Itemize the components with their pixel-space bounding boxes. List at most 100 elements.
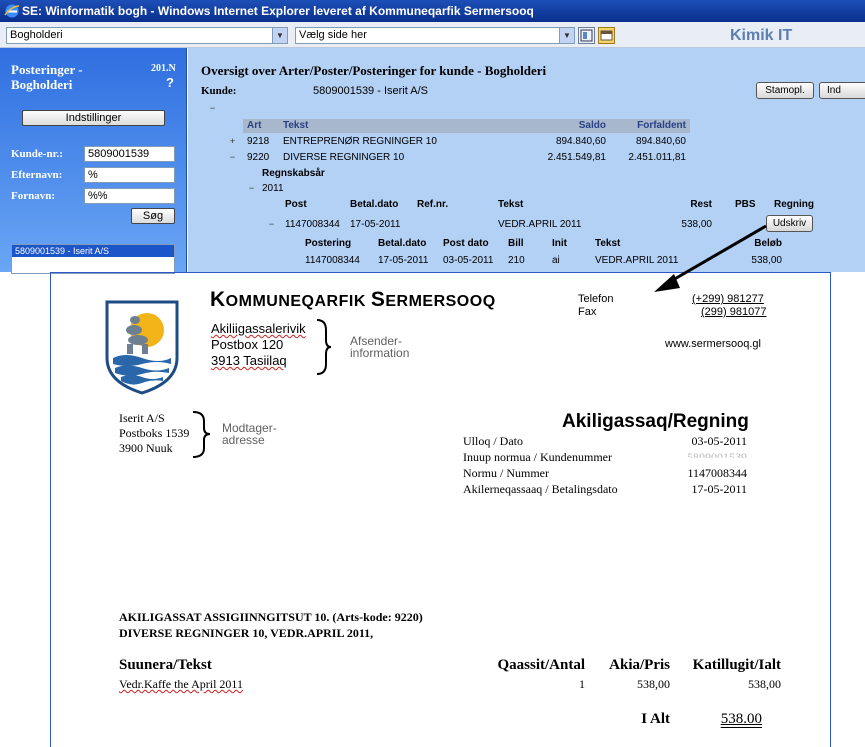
customer-no-input[interactable]: 5809001539 bbox=[84, 146, 175, 162]
col-init: Init bbox=[552, 238, 567, 249]
col-saldo: Saldo bbox=[578, 120, 606, 131]
info-values: 03-05-2011 5809001539 1147008344 17-05-2… bbox=[640, 433, 747, 497]
line-tekst-value: Vedr.Kaffe the April 2011 bbox=[119, 677, 243, 691]
expand-icon[interactable]: + bbox=[228, 137, 237, 146]
window-icon[interactable] bbox=[598, 27, 615, 44]
sender-address: Akiliigassalerivik Postbox 120 3913 Tasi… bbox=[211, 321, 306, 369]
company-name-part1: OMMUNEQARFIK bbox=[225, 293, 371, 310]
page-select[interactable]: Vælg side her ▼ bbox=[295, 27, 575, 44]
sidebar-title-line1: Posteringer - bbox=[11, 62, 83, 77]
col-rest: Rest bbox=[690, 199, 712, 210]
subject: AKILIGASSAT ASSIGIINNGITSUT 10. (Arts-ko… bbox=[119, 609, 423, 641]
collapse-icon[interactable]: − bbox=[208, 104, 217, 113]
subject-line: AKILIGASSAT ASSIGIINNGITSUT 10. (Arts-ko… bbox=[119, 610, 423, 624]
sender-note: Afsender- information bbox=[350, 335, 409, 359]
sender-line: Akiliigassalerivik bbox=[211, 321, 306, 336]
info-value: 5809001539 bbox=[687, 450, 747, 464]
col-betal: Betal.dato bbox=[350, 199, 399, 210]
document-border-right bbox=[830, 272, 831, 747]
recipient-line: Postboks 1539 bbox=[119, 426, 190, 440]
line-tekst: Vedr.Kaffe the April 2011 bbox=[119, 677, 243, 692]
info-value: 1147008344 bbox=[687, 466, 747, 480]
company-name-cap2: S bbox=[370, 288, 386, 311]
table-cell: 2.451.011,81 bbox=[628, 152, 686, 163]
customer-value: 5809001539 - Iserit A/S bbox=[313, 85, 428, 97]
company-name-cap1: K bbox=[210, 288, 226, 311]
info-value: 03-05-2011 bbox=[691, 434, 747, 448]
municipality-logo bbox=[105, 300, 179, 395]
col-antal-header: Qaassit/Antal bbox=[497, 657, 585, 673]
window-title: SE: Winformatik bogh - Windows Internet … bbox=[22, 4, 534, 18]
phone-label: Telefon bbox=[578, 293, 614, 305]
col-post: Post bbox=[285, 199, 307, 210]
year-label: Regnskabsår bbox=[262, 168, 325, 179]
table-cell: 17-05-2011 bbox=[378, 255, 429, 266]
table-cell: VEDR.APRIL 2011 bbox=[498, 219, 582, 230]
col-bill: Bill bbox=[508, 238, 524, 249]
page-select-value: Vælg side her bbox=[299, 29, 367, 41]
table-cell: 210 bbox=[508, 255, 525, 266]
collapse-icon[interactable]: − bbox=[247, 184, 256, 193]
brand-label: Kimik IT bbox=[730, 27, 793, 44]
col-postering: Postering bbox=[305, 238, 352, 249]
phone-value: (+299) 981277 bbox=[692, 293, 764, 305]
brace-icon bbox=[192, 411, 211, 458]
table-cell: 894.840,60 bbox=[555, 136, 606, 147]
firstname-input[interactable]: %% bbox=[84, 188, 175, 204]
module-select[interactable]: Bogholderi ▼ bbox=[6, 27, 288, 44]
year-value: 2011 bbox=[262, 183, 284, 194]
info-value: 17-05-2011 bbox=[691, 482, 747, 496]
list-item[interactable]: 5809001539 - Iserit A/S bbox=[12, 245, 174, 257]
col-postdato: Post dato bbox=[443, 238, 489, 249]
collapse-icon[interactable]: − bbox=[228, 153, 237, 162]
total-label: I Alt bbox=[641, 711, 670, 727]
collapse-icon[interactable]: − bbox=[267, 220, 276, 229]
internet-explorer-icon bbox=[4, 4, 20, 18]
sender-line: Postbox 120 bbox=[211, 337, 284, 352]
lastname-label: Efternavn: bbox=[11, 169, 63, 181]
customer-label: Kunde: bbox=[201, 85, 237, 97]
customer-no-label: Kunde-nr.: bbox=[11, 148, 63, 160]
info-label: Inuup normua / Kundenummer bbox=[463, 450, 612, 464]
table-cell: 9218 bbox=[247, 136, 270, 147]
layout-icon[interactable] bbox=[578, 27, 595, 44]
chevron-down-icon: ▼ bbox=[272, 28, 287, 43]
settings-button[interactable]: Indstillinger bbox=[22, 110, 165, 126]
version-label: 201.N bbox=[151, 63, 176, 74]
col-pris-header: Akia/Pris bbox=[609, 657, 670, 673]
module-select-value: Bogholderi bbox=[10, 29, 63, 41]
brace-icon bbox=[316, 319, 332, 375]
chevron-down-icon: ▼ bbox=[559, 28, 574, 43]
results-list[interactable]: 5809001539 - Iserit A/S bbox=[11, 244, 175, 274]
recipient-line: 3900 Nuuk bbox=[119, 441, 173, 455]
window-titlebar: SE: Winformatik bogh - Windows Internet … bbox=[0, 0, 865, 22]
company-name-part2: ERMERSOOQ bbox=[385, 293, 496, 310]
search-button[interactable]: Søg bbox=[131, 208, 175, 224]
sender-line: 3913 Tasiilaq bbox=[211, 353, 287, 368]
table-cell: 03-05-2011 bbox=[443, 255, 494, 266]
firstname-label: Fornavn: bbox=[11, 190, 55, 202]
info-label: Akilerneqassaaq / Betalingsdato bbox=[463, 482, 618, 496]
line-antal: 1 bbox=[579, 677, 585, 691]
recipient-address: Iserit A/S Postboks 1539 3900 Nuuk bbox=[119, 411, 189, 456]
col-regning: Regning bbox=[774, 199, 814, 210]
line-ialt: 538,00 bbox=[748, 677, 781, 691]
col-ref: Ref.nr. bbox=[417, 199, 449, 210]
recipient-line: Iserit A/S bbox=[119, 411, 165, 425]
sidebar-title: Posteringer - Bogholderi bbox=[11, 62, 121, 92]
subject-line: DIVERSE REGNINGER 10, VEDR.APRIL 2011, bbox=[119, 626, 374, 640]
stamopl-button[interactable]: Stamopl. bbox=[756, 82, 814, 99]
col-betal: Betal.dato bbox=[378, 238, 427, 249]
col-tekst: Tekst bbox=[498, 199, 524, 210]
col-tekst: Tekst bbox=[283, 120, 309, 131]
table-cell: ai bbox=[552, 255, 560, 266]
lastname-input[interactable]: % bbox=[84, 167, 175, 183]
arrow-icon bbox=[654, 224, 767, 292]
table-cell: ENTREPRENØR REGNINGER 10 bbox=[283, 136, 437, 147]
col-ialt-header: Katillugit/Ialt bbox=[692, 657, 781, 673]
col-art: Art bbox=[247, 120, 262, 131]
table-cell: 1147008344 bbox=[285, 219, 340, 230]
help-icon[interactable]: ? bbox=[166, 75, 174, 90]
ind-button[interactable]: Ind bbox=[819, 82, 865, 99]
table-cell: 9220 bbox=[247, 152, 270, 163]
